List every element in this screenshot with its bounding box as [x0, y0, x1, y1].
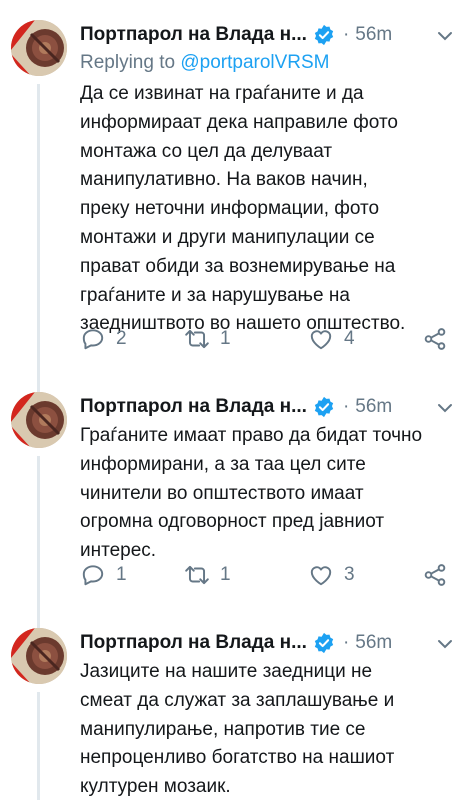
share-icon — [424, 564, 446, 586]
retweet-icon — [185, 329, 209, 349]
chevron-down-icon[interactable] — [435, 398, 455, 418]
heart-icon — [310, 566, 332, 586]
verified-badge-icon — [313, 632, 335, 654]
chevron-down-icon[interactable] — [435, 634, 455, 654]
tweet-header: Портпарол на Влада н... · 56m — [80, 20, 445, 50]
replying-to: Replying to @portparolVRSM — [80, 52, 330, 74]
author-name[interactable]: Портпарол на Влада н... — [80, 24, 307, 46]
reply-count: 1 — [116, 564, 127, 585]
retweet-button[interactable]: 1 — [184, 326, 231, 352]
text-line: манипулативно. На ваков начин, — [80, 169, 368, 191]
thread-line — [37, 84, 40, 402]
reply-count: 2 — [116, 328, 127, 349]
text-line: непроценливо богатство на нашиот — [80, 747, 395, 769]
text-line: монтажа со цел да делуваат — [80, 140, 333, 162]
tweet-actions: 2 1 4 — [80, 326, 452, 358]
reply-icon — [82, 329, 104, 350]
text-line: информирани, а за таа цел сите — [80, 453, 366, 475]
timestamp[interactable]: 56m — [355, 396, 392, 418]
text-line: преку неточни информации, фото — [80, 198, 380, 220]
like-button[interactable]: 4 — [308, 326, 355, 352]
verified-badge-icon — [313, 24, 335, 46]
text-line: огромна одговорност пред јавниот — [80, 511, 385, 533]
text-line: културен мозаик. — [80, 776, 231, 798]
tweet-text: Јазиците на нашите заедници не смеат да … — [80, 658, 452, 802]
text-line: смеат да служат за заплашување и — [80, 689, 395, 711]
retweet-count: 1 — [220, 564, 231, 585]
reply-button[interactable]: 1 — [80, 562, 127, 588]
like-count: 3 — [344, 564, 355, 585]
text-line: Граѓаните имаат право да бидат точно — [80, 425, 423, 446]
reply-button[interactable]: 2 — [80, 326, 127, 352]
retweet-icon — [185, 565, 209, 585]
tweet-header: Портпарол на Влада н... · 56m — [80, 392, 445, 422]
author-name[interactable]: Портпарол на Влада н... — [80, 396, 307, 418]
separator-dot: · — [342, 396, 350, 417]
author-name[interactable]: Портпарол на Влада н... — [80, 632, 307, 654]
reply-icon — [82, 565, 104, 586]
share-icon — [424, 328, 446, 350]
text-line: граѓаните и за нарушување на — [80, 284, 350, 306]
tweet-text: Граѓаните имаат право да бидат точно инф… — [80, 422, 452, 566]
retweet-count: 1 — [220, 328, 231, 349]
text-line: Јазиците на нашите заедници не — [80, 661, 373, 682]
verified-badge-icon — [313, 396, 335, 418]
avatar[interactable] — [11, 392, 67, 448]
like-count: 4 — [344, 328, 355, 349]
replying-to-label: Replying to — [80, 52, 176, 73]
thread-line — [37, 692, 40, 800]
tweet-header: Портпарол на Влада н... · 56m — [80, 628, 445, 658]
reply-handle-link[interactable]: @portparolVRSM — [180, 52, 329, 73]
timestamp[interactable]: 56m — [355, 24, 392, 46]
share-button[interactable] — [422, 562, 448, 588]
text-line: манипулирање, напротив тие се — [80, 718, 366, 740]
share-button[interactable] — [422, 326, 448, 352]
retweet-button[interactable]: 1 — [184, 562, 231, 588]
like-button[interactable]: 3 — [308, 562, 355, 588]
avatar[interactable] — [11, 628, 67, 684]
heart-icon — [310, 330, 332, 350]
text-line: информираат дека направиле фото — [80, 111, 398, 133]
separator-dot: · — [342, 24, 350, 45]
thread-line — [37, 456, 40, 636]
avatar[interactable] — [11, 20, 67, 76]
tweet-actions: 1 1 3 — [80, 562, 452, 594]
tweet-text: Да се извинат на граѓаните и да информир… — [80, 80, 452, 339]
separator-dot: · — [342, 632, 350, 653]
text-line: Да се извинат на граѓаните и да — [80, 83, 364, 104]
text-line: прават обиди за вознемирување на — [80, 255, 396, 277]
timestamp[interactable]: 56m — [355, 632, 392, 654]
text-line: монтажи и други манипулации се — [80, 226, 375, 248]
text-line: чинители во општеството имаат — [80, 482, 364, 504]
chevron-down-icon[interactable] — [435, 26, 455, 46]
